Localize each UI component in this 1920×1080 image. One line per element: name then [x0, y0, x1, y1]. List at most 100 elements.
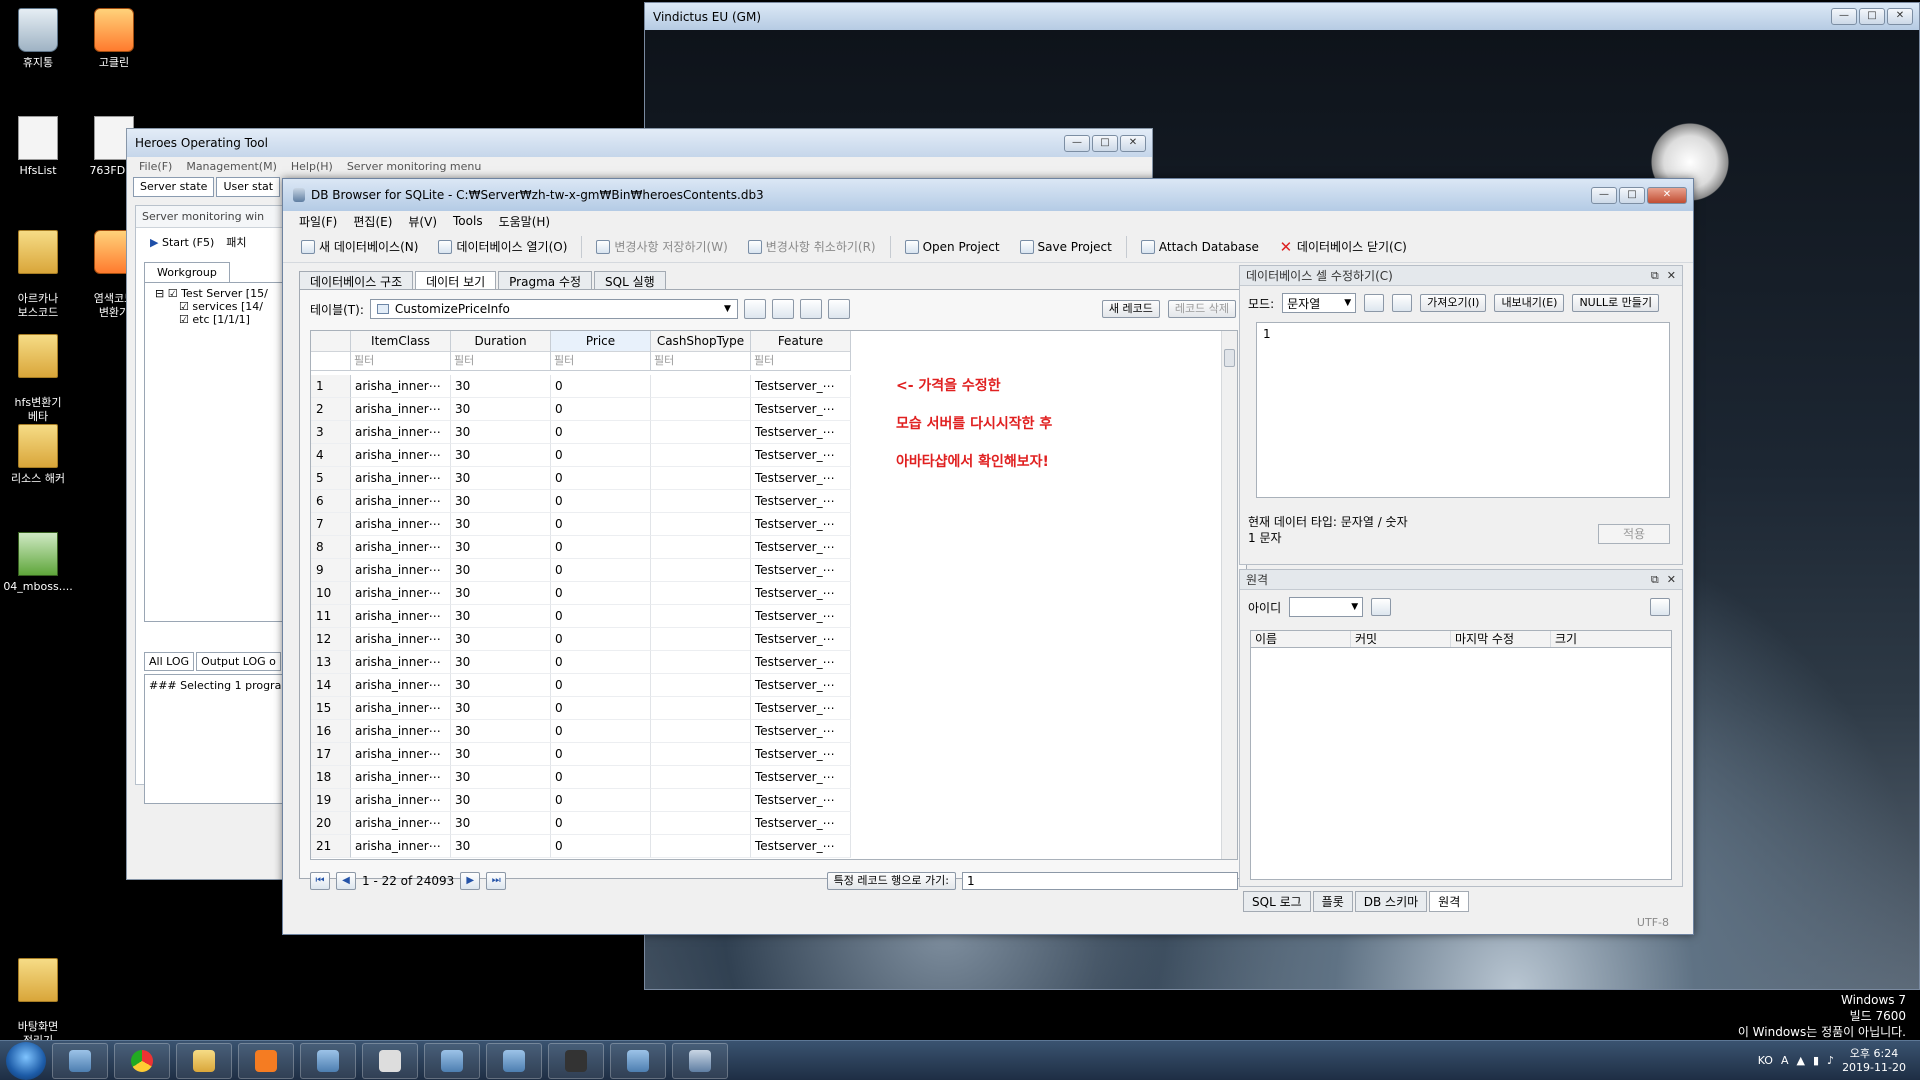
table-row[interactable]: 13 arisha_inner⋯ 30 0 Testserver_⋯ [311, 651, 851, 674]
cell-price[interactable]: 0 [551, 651, 651, 674]
cell-cashshoptype[interactable] [651, 375, 751, 398]
table-row[interactable]: 9 arisha_inner⋯ 30 0 Testserver_⋯ [311, 559, 851, 582]
cell-cashshoptype[interactable] [651, 674, 751, 697]
filter-itemclass[interactable]: 필터 [351, 352, 450, 370]
new-record-button[interactable]: 새 레코드 [1101, 300, 1160, 318]
cell-itemclass[interactable]: arisha_inner⋯ [351, 720, 451, 743]
taskbar-chrome[interactable] [114, 1042, 170, 1079]
cell-price[interactable]: 0 [551, 605, 651, 628]
cell-duration[interactable]: 30 [451, 812, 551, 835]
cell-itemclass[interactable]: arisha_inner⋯ [351, 743, 451, 766]
table-row[interactable]: 8 arisha_inner⋯ 30 0 Testserver_⋯ [311, 536, 851, 559]
patch-button[interactable]: 패치 [226, 234, 246, 250]
cell-cashshoptype[interactable] [651, 467, 751, 490]
table-row[interactable]: 20 arisha_inner⋯ 30 0 Testserver_⋯ [311, 812, 851, 835]
taskbar-vindictus[interactable] [548, 1042, 604, 1079]
maximize-button[interactable]: □ [1859, 8, 1885, 25]
word-wrap-button[interactable] [1392, 294, 1413, 312]
cell-itemclass[interactable]: arisha_inner⋯ [351, 559, 451, 582]
push-button[interactable] [1650, 598, 1670, 616]
cell-price[interactable]: 0 [551, 697, 651, 720]
menu-view[interactable]: 뷰(V) [408, 213, 437, 230]
close-button[interactable]: ✕ [1647, 186, 1687, 204]
cell-duration[interactable]: 30 [451, 513, 551, 536]
cell-price[interactable]: 0 [551, 467, 651, 490]
cell-price[interactable]: 0 [551, 835, 651, 858]
table-row[interactable]: 12 arisha_inner⋯ 30 0 Testserver_⋯ [311, 628, 851, 651]
cell-feature[interactable]: Testserver_⋯ [751, 375, 851, 398]
menu-file[interactable]: 파일(F) [299, 213, 337, 230]
cell-price[interactable]: 0 [551, 812, 651, 835]
tab-server-state[interactable]: Server state [133, 177, 215, 197]
tab-db-schema[interactable]: DB 스키마 [1354, 891, 1428, 912]
taskbar-tool[interactable] [300, 1042, 356, 1079]
game-titlebar[interactable]: Vindictus EU (GM) — □ ✕ [645, 3, 1919, 30]
filter-price[interactable]: 필터 [551, 352, 650, 370]
taskbar-db-browser[interactable] [672, 1042, 728, 1079]
table-row[interactable]: 19 arisha_inner⋯ 30 0 Testserver_⋯ [311, 789, 851, 812]
cell-duration[interactable]: 30 [451, 789, 551, 812]
column-header-name[interactable]: 이름 [1251, 631, 1351, 647]
taskbar-paint[interactable] [610, 1042, 666, 1079]
table-row[interactable]: 17 arisha_inner⋯ 30 0 Testserver_⋯ [311, 743, 851, 766]
table-select[interactable]: CustomizePriceInfo ▼ [369, 299, 738, 319]
menu-management[interactable]: Management(M) [186, 160, 277, 173]
ime-icon[interactable]: A [1781, 1054, 1789, 1067]
cell-feature[interactable]: Testserver_⋯ [751, 444, 851, 467]
cell-duration[interactable]: 30 [451, 628, 551, 651]
first-record-icon[interactable]: ⏮ [310, 872, 330, 890]
cell-cashshoptype[interactable] [651, 812, 751, 835]
table-row[interactable]: 6 arisha_inner⋯ 30 0 Testserver_⋯ [311, 490, 851, 513]
hot-titlebar[interactable]: Heroes Operating Tool — □ ✕ [127, 129, 1152, 157]
cell-price[interactable]: 0 [551, 743, 651, 766]
cell-feature[interactable]: Testserver_⋯ [751, 835, 851, 858]
cell-price[interactable]: 0 [551, 536, 651, 559]
column-header-duration[interactable]: Duration 필터 [451, 331, 551, 371]
cell-price[interactable]: 0 [551, 421, 651, 444]
desktop-icon-arcana-bosscode[interactable]: 아르카나 보스코드 [0, 216, 76, 320]
cell-duration[interactable]: 30 [451, 697, 551, 720]
cell-cashshoptype[interactable] [651, 743, 751, 766]
cell-cashshoptype[interactable] [651, 536, 751, 559]
start-button[interactable] [6, 1041, 46, 1080]
tab-execute-sql[interactable]: SQL 실행 [594, 271, 666, 290]
cell-feature[interactable]: Testserver_⋯ [751, 743, 851, 766]
previous-record-icon[interactable]: ◀ [336, 872, 356, 890]
close-icon[interactable]: ✕ [1667, 573, 1676, 587]
cell-duration[interactable]: 30 [451, 835, 551, 858]
cell-duration[interactable]: 30 [451, 375, 551, 398]
delete-record-button[interactable]: 레코드 삭제 [1167, 300, 1236, 318]
menu-edit[interactable]: 편집(E) [353, 213, 392, 230]
cell-itemclass[interactable]: arisha_inner⋯ [351, 444, 451, 467]
cell-itemclass[interactable]: arisha_inner⋯ [351, 490, 451, 513]
cell-cashshoptype[interactable] [651, 398, 751, 421]
cell-feature[interactable]: Testserver_⋯ [751, 674, 851, 697]
cell-price[interactable]: 0 [551, 375, 651, 398]
save-project-button[interactable]: Save Project [1014, 238, 1118, 256]
column-header-cashshoptype[interactable]: CashShopType 필터 [651, 331, 751, 371]
cell-cashshoptype[interactable] [651, 628, 751, 651]
export-button[interactable]: 내보내기(E) [1494, 294, 1565, 312]
tab-workgroup[interactable]: Workgroup [144, 262, 230, 282]
table-row[interactable]: 2 arisha_inner⋯ 30 0 Testserver_⋯ [311, 398, 851, 421]
table-row[interactable]: 21 arisha_inner⋯ 30 0 Testserver_⋯ [311, 835, 851, 858]
cell-feature[interactable]: Testserver_⋯ [751, 467, 851, 490]
minimize-button[interactable]: — [1591, 186, 1617, 204]
desktop-icon-desktop-cleaner[interactable]: 바탕화면 정리기 [0, 944, 76, 1048]
float-icon[interactable]: ⧉ [1651, 573, 1659, 587]
cell-duration[interactable]: 30 [451, 490, 551, 513]
menu-tools[interactable]: Tools [453, 214, 483, 228]
language-indicator[interactable]: KO [1758, 1054, 1773, 1067]
table-row[interactable]: 18 arisha_inner⋯ 30 0 Testserver_⋯ [311, 766, 851, 789]
cell-duration[interactable]: 30 [451, 605, 551, 628]
minimize-button[interactable]: — [1831, 8, 1857, 25]
cell-price[interactable]: 0 [551, 398, 651, 421]
cell-editor[interactable]: 1 [1256, 322, 1670, 498]
start-button[interactable]: ▶ Start (F5) [150, 236, 214, 249]
cell-price[interactable]: 0 [551, 490, 651, 513]
cell-duration[interactable]: 30 [451, 421, 551, 444]
close-button[interactable]: ✕ [1120, 134, 1146, 152]
taskbar-heroes-tool[interactable] [424, 1042, 480, 1079]
cell-itemclass[interactable]: arisha_inner⋯ [351, 605, 451, 628]
cell-cashshoptype[interactable] [651, 835, 751, 858]
